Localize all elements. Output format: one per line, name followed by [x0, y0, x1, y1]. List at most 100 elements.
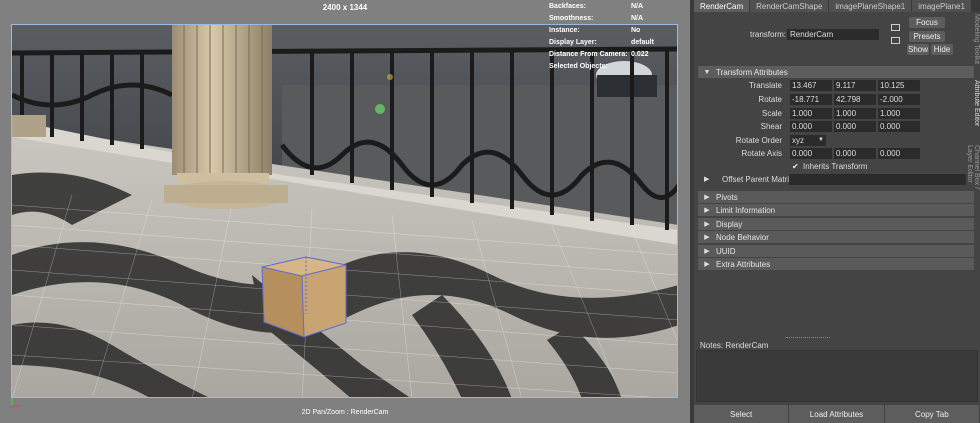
hide-button[interactable]: Hide [931, 44, 953, 55]
rotate-row: Rotate -18.771 42.798 -2.000 [694, 94, 974, 105]
load-attributes-button[interactable]: Load Attributes [789, 405, 884, 423]
select-button[interactable]: Select [694, 405, 789, 423]
axis-gizmo-icon [8, 398, 20, 409]
translate-y-field[interactable]: 9.117 [834, 80, 876, 91]
section-pivots[interactable]: ▶ Pivots [698, 191, 974, 203]
hud-row: Instance: No [549, 24, 689, 36]
viewport-camera-caption: 2D Pan/Zoom : RenderCam [301, 409, 389, 416]
rotate-order-row: Rotate Order xyz ▼ [694, 135, 974, 146]
rotate-order-dropdown[interactable]: xyz ▼ [790, 135, 826, 146]
rotate-x-field[interactable]: -18.771 [790, 94, 832, 105]
scale-z-field[interactable]: 1.000 [878, 108, 920, 119]
dropdown-arrow-icon: ▼ [818, 137, 824, 143]
rotate-y-field[interactable]: 42.798 [834, 94, 876, 105]
collapsed-arrow-icon: ▶ [704, 194, 710, 201]
node-tabs: RenderCam RenderCamShape imagePlaneShape… [694, 0, 980, 12]
hud-row: Distance From Camera: 0.022 [549, 48, 689, 60]
section-title: Limit Information [716, 205, 776, 215]
transform-label: transform: [750, 30, 787, 39]
hud-label: Display Layer: [549, 38, 597, 46]
tab-imageplane1[interactable]: imagePlane1 [912, 0, 971, 12]
translate-z-field[interactable]: 10.125 [878, 80, 920, 91]
side-tab-modeling-toolkit[interactable]: Modeling Toolkit [973, 14, 980, 64]
collapsed-arrow-icon: ▶ [704, 207, 710, 214]
collapsed-arrow-icon: ▶ [704, 248, 710, 255]
inherits-transform-checkbox[interactable]: ✔ [792, 163, 800, 171]
rotate-axis-z-field[interactable]: 0.000 [878, 148, 920, 159]
hud-value: No [631, 26, 641, 34]
hud-row: Selected Objects: [549, 60, 689, 72]
rotate-label: Rotate [758, 95, 782, 104]
focus-input-icon[interactable] [891, 24, 900, 31]
hud-label: Distance From Camera: [549, 50, 628, 58]
rotate-axis-label: Rotate Axis [741, 149, 782, 158]
copy-tab-button[interactable]: Copy Tab [884, 405, 979, 423]
heads-up-display: Backfaces: N/A Smoothness: N/A Instance:… [549, 0, 689, 72]
shear-yz-field[interactable]: 0.000 [878, 121, 920, 132]
attribute-editor: RenderCam RenderCamShape imagePlaneShape… [694, 0, 980, 423]
hud-label: Selected Objects: [549, 62, 608, 70]
section-node-behavior[interactable]: ▶ Node Behavior [698, 231, 974, 243]
scale-label: Scale [761, 109, 782, 118]
focus-button[interactable]: Focus [909, 17, 945, 28]
hud-label: Backfaces: [549, 2, 586, 10]
expanded-arrow-icon: ▼ [703, 68, 711, 76]
section-uuid[interactable]: ▶ UUID [698, 245, 974, 257]
inherits-transform-label: Inherits Transform [803, 162, 868, 171]
transform-name-field[interactable] [787, 29, 879, 40]
rotate-order-value: xyz [792, 136, 804, 145]
tab-rendercam[interactable]: RenderCam [694, 0, 750, 12]
hud-row: Smoothness: N/A [549, 12, 689, 24]
hud-label: Smoothness: [549, 14, 594, 22]
collapsed-arrow-icon: ▶ [704, 234, 710, 241]
section-title: Extra Attributes [716, 259, 771, 269]
shear-xz-field[interactable]: 0.000 [834, 121, 876, 132]
section-limit-information[interactable]: ▶ Limit Information [698, 204, 974, 216]
translate-x-field[interactable]: 13.467 [790, 80, 832, 91]
show-button[interactable]: Show [907, 44, 929, 55]
tab-rendercamshape[interactable]: RenderCamShape [750, 0, 829, 12]
viewport-panel[interactable]: 2400 x 1344 Backfaces: N/A Smoothness: N… [0, 0, 690, 423]
shear-label: Shear [760, 122, 782, 131]
hud-value: N/A [631, 14, 644, 22]
notes-resize-handle[interactable] [786, 337, 830, 338]
rotate-axis-x-field[interactable]: 0.000 [790, 148, 832, 159]
offset-parent-matrix-label: Offset Parent Matrix [722, 175, 793, 184]
rotate-order-label: Rotate Order [735, 136, 782, 145]
section-extra-attributes[interactable]: ▶ Extra Attributes [698, 258, 974, 270]
scale-x-field[interactable]: 1.000 [790, 108, 832, 119]
tab-imageplaneshape1[interactable]: imagePlaneShape1 [829, 0, 912, 12]
image-plane[interactable] [11, 24, 678, 398]
scale-y-field[interactable]: 1.000 [834, 108, 876, 119]
hud-value: default [631, 38, 654, 46]
focus-output-icon[interactable] [891, 37, 900, 44]
section-title: Node Behavior [716, 232, 769, 242]
section-title: Transform Attributes [716, 67, 788, 77]
scene-image [12, 25, 677, 397]
hud-row: Display Layer: default [549, 36, 689, 48]
hud-value: N/A [631, 2, 644, 10]
offset-parent-matrix-row[interactable]: ▶ Offset Parent Matrix [698, 174, 974, 186]
hud-row: Backfaces: N/A [549, 0, 689, 12]
scale-row: Scale 1.000 1.000 1.000 [694, 108, 974, 119]
section-transform-attributes[interactable]: ▼ Transform Attributes [698, 66, 974, 78]
section-title: Pivots [716, 192, 738, 202]
section-title: UUID [716, 246, 736, 256]
presets-button[interactable]: Presets [909, 31, 945, 42]
inherits-transform-row: ✔ Inherits Transform [694, 161, 974, 172]
hud-value: 0.022 [631, 50, 649, 58]
hud-label: Instance: [549, 26, 580, 34]
offset-parent-matrix-field[interactable] [789, 174, 966, 185]
collapsed-arrow-icon: ▶ [704, 221, 710, 228]
side-tab-attribute-editor[interactable]: Attribute Editor [973, 80, 980, 126]
rotate-z-field[interactable]: -2.000 [878, 94, 920, 105]
rotate-axis-y-field[interactable]: 0.000 [834, 148, 876, 159]
section-display[interactable]: ▶ Display [698, 218, 974, 230]
translate-row: Translate 13.467 9.117 10.125 [694, 80, 974, 91]
notes-label: Notes: RenderCam [700, 341, 769, 350]
section-title: Display [716, 219, 743, 229]
shear-xy-field[interactable]: 0.000 [790, 121, 832, 132]
rotate-axis-row: Rotate Axis 0.000 0.000 0.000 [694, 148, 974, 159]
collapsed-arrow-icon: ▶ [704, 261, 710, 268]
notes-textarea[interactable] [696, 350, 978, 402]
